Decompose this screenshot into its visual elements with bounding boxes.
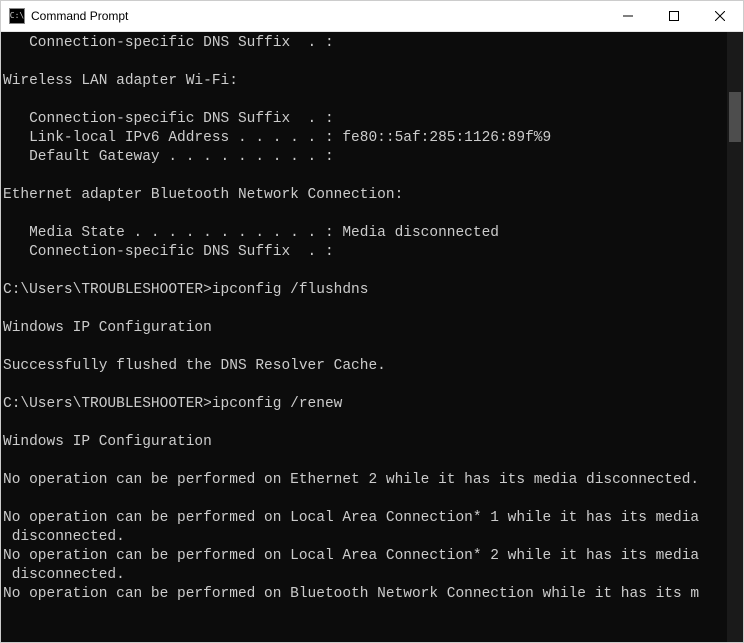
minimize-button[interactable] — [605, 1, 651, 31]
maximize-button[interactable] — [651, 1, 697, 31]
scrollbar[interactable] — [727, 32, 743, 642]
window-controls — [605, 1, 743, 31]
maximize-icon — [669, 11, 679, 21]
cmd-icon-glyph: C:\ — [10, 12, 24, 20]
close-button[interactable] — [697, 1, 743, 31]
minimize-icon — [623, 11, 633, 21]
terminal-output[interactable]: Connection-specific DNS Suffix . : Wirel… — [1, 32, 727, 642]
title-bar: C:\ Command Prompt — [1, 1, 743, 32]
terminal-container: Connection-specific DNS Suffix . : Wirel… — [1, 32, 743, 642]
close-icon — [715, 11, 725, 21]
window-title: Command Prompt — [31, 9, 605, 23]
cmd-icon: C:\ — [9, 8, 25, 24]
scrollbar-thumb[interactable] — [729, 92, 741, 142]
